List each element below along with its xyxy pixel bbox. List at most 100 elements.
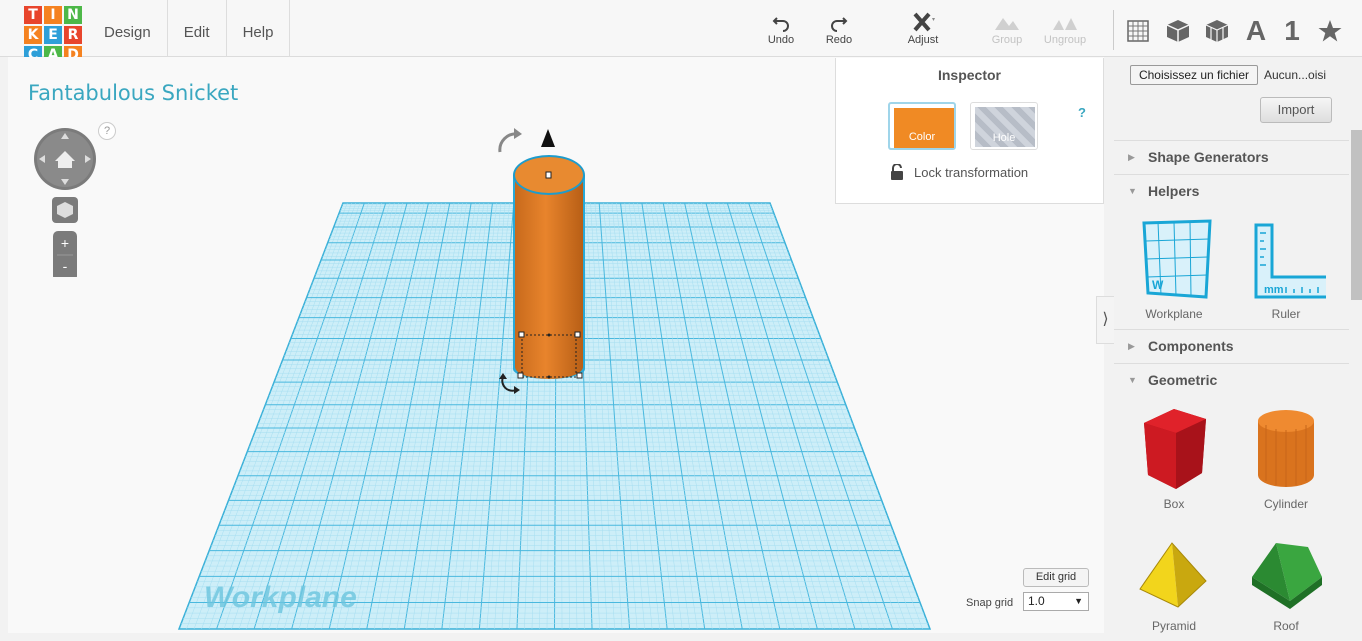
cube-icon bbox=[1166, 20, 1190, 42]
wire-cube-button[interactable] bbox=[1200, 14, 1234, 48]
shape-cylinder[interactable]: Cylinder bbox=[1238, 405, 1334, 511]
workplane-helper-badge: W bbox=[1152, 278, 1164, 292]
caret-right-icon: ▶ bbox=[1128, 152, 1135, 162]
shape-label: Roof bbox=[1273, 619, 1299, 633]
shape-label: Pyramid bbox=[1151, 619, 1196, 633]
resize-handle bbox=[574, 331, 581, 338]
grid-icon bbox=[1127, 20, 1149, 42]
ruler-helper-icon: mm bbox=[1254, 223, 1326, 299]
shape-box[interactable]: Box bbox=[1126, 405, 1222, 511]
color-label: Color bbox=[908, 131, 936, 143]
ungroup-icon bbox=[1053, 18, 1077, 30]
group-button[interactable]: Group bbox=[979, 12, 1035, 46]
rotate-arrow-icon[interactable] bbox=[498, 128, 522, 153]
top-bar: T I N K E R C A D Design Edit Help Undo … bbox=[0, 0, 1362, 64]
cube-view-button[interactable] bbox=[1161, 14, 1195, 48]
workplane-label: Workplane bbox=[204, 581, 357, 614]
section-label: Helpers bbox=[1148, 183, 1200, 199]
menu-design[interactable]: Design bbox=[88, 0, 168, 57]
lift-cone-icon[interactable] bbox=[541, 129, 555, 147]
adjust-label: Adjust bbox=[907, 34, 939, 46]
inspector-panel: Inspector Color Hole ? Lock transformati… bbox=[835, 58, 1104, 204]
shapes-sidebar: Choisissez un fichier Aucun...oisi Impor… bbox=[1114, 57, 1362, 641]
helper-ruler[interactable]: mm Ruler bbox=[1238, 219, 1334, 321]
chevron-down-icon: ▼ bbox=[1074, 596, 1083, 606]
main-menu: Design Edit Help bbox=[88, 0, 291, 57]
section-helpers[interactable]: ▼ Helpers bbox=[1114, 174, 1349, 207]
text-tool-button[interactable]: A bbox=[1239, 14, 1273, 48]
design-canvas[interactable]: Fantabulous Snicket + - ? Workplane Insp… bbox=[8, 57, 1104, 633]
box-shape-icon bbox=[1144, 409, 1206, 489]
resize-handle bbox=[517, 372, 524, 379]
helper-label: Workplane bbox=[1145, 307, 1203, 321]
adjust-icon bbox=[913, 12, 935, 32]
section-components[interactable]: ▶ Components bbox=[1114, 329, 1349, 362]
chevron-right-icon: ⟩ bbox=[1102, 311, 1109, 328]
section-label: Components bbox=[1148, 338, 1234, 354]
ungroup-label: Ungroup bbox=[1043, 34, 1087, 46]
section-shape-generators[interactable]: ▶ Shape Generators bbox=[1114, 140, 1349, 173]
file-status: Aucun...oisi bbox=[1264, 68, 1327, 82]
sidebar-scrollbar[interactable] bbox=[1351, 130, 1362, 300]
favorites-button[interactable] bbox=[1313, 14, 1347, 48]
import-button[interactable]: Import bbox=[1260, 97, 1332, 123]
wireframe-cube-icon bbox=[1205, 20, 1229, 42]
snap-grid-value: 1.0 bbox=[1028, 594, 1045, 608]
ungroup-button[interactable]: Ungroup bbox=[1037, 12, 1093, 46]
logo-letter: T bbox=[24, 6, 42, 24]
undo-button[interactable]: Undo bbox=[753, 12, 809, 46]
collapse-panel-button[interactable]: ⟩ bbox=[1096, 296, 1114, 344]
number-tool-button[interactable]: 1 bbox=[1275, 14, 1309, 48]
helper-workplane[interactable]: W Workplane bbox=[1126, 219, 1222, 321]
height-handle bbox=[545, 171, 552, 179]
lock-label: Lock transformation bbox=[914, 164, 1029, 180]
snap-grid-label: Snap grid bbox=[966, 597, 1014, 609]
shape-pyramid[interactable]: Pyramid bbox=[1126, 527, 1222, 633]
shape-roof[interactable]: Roof bbox=[1238, 527, 1334, 633]
cylinder-shape-icon bbox=[1258, 410, 1314, 487]
undo-icon bbox=[772, 17, 789, 32]
redo-icon bbox=[831, 17, 848, 32]
redo-button[interactable]: Redo bbox=[811, 12, 867, 46]
resize-handle bbox=[518, 331, 525, 338]
lock-transformation-toggle[interactable]: Lock transformation bbox=[890, 164, 1028, 180]
cylinder-object[interactable] bbox=[513, 155, 585, 379]
star-icon bbox=[1318, 20, 1342, 42]
section-label: Geometric bbox=[1148, 372, 1218, 388]
group-icon bbox=[995, 18, 1019, 30]
toolbar-divider bbox=[1113, 10, 1114, 50]
inspector-help-link[interactable]: ? bbox=[1078, 105, 1086, 120]
helper-label: Ruler bbox=[1271, 307, 1301, 321]
shape-label: Cylinder bbox=[1263, 497, 1308, 511]
roof-shape-icon bbox=[1252, 543, 1322, 609]
lock-icon bbox=[891, 164, 903, 180]
menu-edit[interactable]: Edit bbox=[168, 0, 227, 57]
caret-down-icon: ▼ bbox=[1128, 375, 1137, 385]
grid-view-button[interactable] bbox=[1121, 14, 1155, 48]
caret-right-icon: ▶ bbox=[1128, 341, 1135, 351]
choose-file-button[interactable]: Choisissez un fichier bbox=[1130, 65, 1258, 85]
edit-grid-button[interactable]: Edit grid bbox=[1023, 568, 1089, 587]
pyramid-shape-icon bbox=[1139, 542, 1207, 608]
section-geometric[interactable]: ▼ Geometric bbox=[1114, 363, 1349, 396]
logo-letter: N bbox=[64, 6, 82, 24]
snap-grid-select[interactable]: 1.0 ▼ bbox=[1023, 592, 1089, 611]
menu-help[interactable]: Help bbox=[227, 0, 291, 57]
logo-letter: K bbox=[24, 26, 42, 44]
undo-label: Undo bbox=[767, 34, 795, 46]
hole-swatch[interactable]: Hole bbox=[970, 102, 1038, 150]
resize-handle bbox=[576, 372, 583, 379]
shape-label: Box bbox=[1163, 497, 1185, 511]
logo-letter: I bbox=[44, 6, 62, 24]
workplane-helper-icon: W bbox=[1142, 219, 1212, 299]
inspector-title: Inspector bbox=[937, 67, 1001, 83]
adjust-button[interactable]: Adjust bbox=[895, 12, 951, 46]
logo-letter: R bbox=[64, 26, 82, 44]
logo-letter: E bbox=[44, 26, 62, 44]
caret-down-icon: ▼ bbox=[1128, 186, 1137, 196]
ruler-helper-badge: mm bbox=[1264, 284, 1284, 296]
color-swatch[interactable]: Color bbox=[888, 102, 956, 150]
hole-label: Hole bbox=[992, 132, 1016, 144]
group-label: Group bbox=[991, 34, 1023, 46]
section-label: Shape Generators bbox=[1148, 149, 1269, 165]
